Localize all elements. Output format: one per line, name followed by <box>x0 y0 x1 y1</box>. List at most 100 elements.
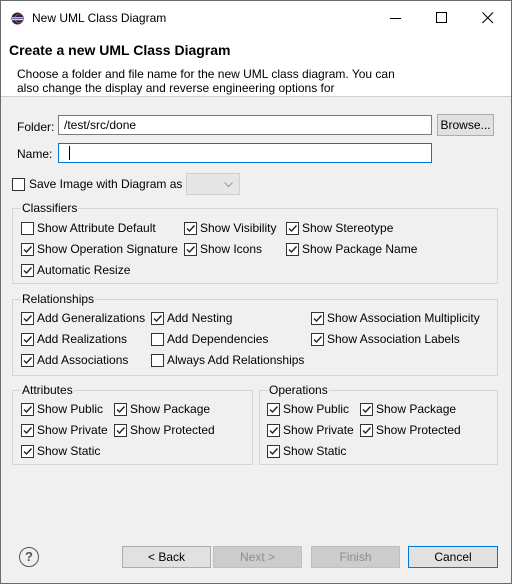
operations-show-static-checkbox[interactable] <box>267 445 280 458</box>
page-description: Choose a folder and file name for the ne… <box>17 67 395 95</box>
checkmark-icon <box>186 246 196 254</box>
maximize-icon <box>436 12 447 23</box>
checkmark-icon <box>186 225 196 233</box>
operations-show-static-label: Show Static <box>283 444 347 458</box>
close-icon <box>482 12 494 24</box>
operations-show-public-label: Show Public <box>283 402 350 416</box>
always-add-relationships-checkbox[interactable] <box>151 354 164 367</box>
window-title: New UML Class Diagram <box>32 11 167 25</box>
folder-label: Folder: <box>17 120 55 134</box>
checkmark-icon <box>23 406 33 414</box>
show-attribute-default-label: Show Attribute Default <box>37 221 156 235</box>
help-button[interactable]: ? <box>19 547 39 567</box>
checkmark-icon <box>269 406 279 414</box>
back-button[interactable]: < Back <box>122 546 211 568</box>
checkmark-icon <box>23 427 33 435</box>
text-cursor <box>69 146 70 160</box>
show-visibility-checkbox[interactable] <box>184 222 197 235</box>
save-image-checkbox[interactable] <box>12 178 25 191</box>
page-title: Create a new UML Class Diagram <box>9 42 231 58</box>
next-button[interactable]: Next > <box>213 546 302 568</box>
attributes-show-package-label: Show Package <box>130 402 211 416</box>
add-realizations-checkbox[interactable] <box>21 333 34 346</box>
show-icons-checkbox[interactable] <box>184 243 197 256</box>
close-button[interactable] <box>465 1 511 35</box>
eclipse-icon <box>11 12 24 25</box>
finish-button[interactable]: Finish <box>311 546 400 568</box>
checkmark-icon <box>23 246 33 254</box>
checkmark-icon <box>269 427 279 435</box>
checkmark-icon <box>288 246 298 254</box>
operations-title: Operations <box>268 383 329 397</box>
checkmark-icon <box>116 427 126 435</box>
show-association-labels-label: Show Association Labels <box>327 332 460 346</box>
checkmark-icon <box>23 267 33 275</box>
name-field[interactable] <box>58 143 432 163</box>
checkmark-icon <box>313 315 323 323</box>
dialog-window: New UML Class Diagram Create a new UML C… <box>0 0 512 584</box>
classifiers-title: Classifiers <box>21 201 79 215</box>
checkmark-icon <box>362 427 372 435</box>
always-add-relationships-label: Always Add Relationships <box>167 353 305 367</box>
show-operation-signature-label: Show Operation Signature <box>37 242 178 256</box>
add-dependencies-label: Add Dependencies <box>167 332 269 346</box>
attributes-show-protected-label: Show Protected <box>130 423 215 437</box>
attributes-show-private-label: Show Private <box>37 423 108 437</box>
operations-show-package-label: Show Package <box>376 402 457 416</box>
image-format-select[interactable] <box>186 173 240 195</box>
add-nesting-label: Add Nesting <box>167 311 233 325</box>
checkmark-icon <box>313 336 323 344</box>
checkmark-icon <box>269 448 279 456</box>
add-dependencies-checkbox[interactable] <box>151 333 164 346</box>
checkmark-icon <box>362 406 372 414</box>
operations-show-protected-label: Show Protected <box>376 423 461 437</box>
show-operation-signature-checkbox[interactable] <box>21 243 34 256</box>
attributes-show-static-checkbox[interactable] <box>21 445 34 458</box>
checkmark-icon <box>23 336 33 344</box>
show-association-multiplicity-checkbox[interactable] <box>311 312 324 325</box>
add-generalizations-checkbox[interactable] <box>21 312 34 325</box>
relationships-title: Relationships <box>21 292 96 306</box>
show-package-name-checkbox[interactable] <box>286 243 299 256</box>
attributes-show-public-label: Show Public <box>37 402 104 416</box>
show-icons-label: Show Icons <box>200 242 263 256</box>
operations-show-public-checkbox[interactable] <box>267 403 280 416</box>
checkmark-icon <box>116 406 126 414</box>
attributes-show-public-checkbox[interactable] <box>21 403 34 416</box>
folder-field[interactable] <box>58 115 432 135</box>
show-stereotype-checkbox[interactable] <box>286 222 299 235</box>
operations-show-private-label: Show Private <box>283 423 354 437</box>
operations-show-protected-checkbox[interactable] <box>360 424 373 437</box>
operations-show-package-checkbox[interactable] <box>360 403 373 416</box>
attributes-title: Attributes <box>21 383 74 397</box>
wizard-header: Create a new UML Class Diagram Choose a … <box>1 35 511 97</box>
maximize-button[interactable] <box>419 1 465 35</box>
show-visibility-label: Show Visibility <box>200 221 277 235</box>
attributes-show-private-checkbox[interactable] <box>21 424 34 437</box>
checkmark-icon <box>153 315 163 323</box>
show-association-labels-checkbox[interactable] <box>311 333 324 346</box>
checkmark-icon <box>23 315 33 323</box>
show-association-multiplicity-label: Show Association Multiplicity <box>327 311 480 325</box>
operations-show-private-checkbox[interactable] <box>267 424 280 437</box>
save-image-label: Save Image with Diagram as <box>29 177 183 191</box>
attributes-show-static-label: Show Static <box>37 444 101 458</box>
chevron-down-icon <box>224 182 233 188</box>
checkmark-icon <box>23 448 33 456</box>
minimize-button[interactable] <box>373 1 419 35</box>
minimize-icon <box>390 18 401 19</box>
automatic-resize-label: Automatic Resize <box>37 263 131 277</box>
show-stereotype-label: Show Stereotype <box>302 221 394 235</box>
show-attribute-default-checkbox[interactable] <box>21 222 34 235</box>
show-package-name-label: Show Package Name <box>302 242 418 256</box>
automatic-resize-checkbox[interactable] <box>21 264 34 277</box>
add-associations-label: Add Associations <box>37 353 129 367</box>
checkmark-icon <box>23 357 33 365</box>
browse-button[interactable]: Browse... <box>437 114 494 136</box>
cancel-button[interactable]: Cancel <box>408 546 498 568</box>
add-nesting-checkbox[interactable] <box>151 312 164 325</box>
add-associations-checkbox[interactable] <box>21 354 34 367</box>
attributes-show-package-checkbox[interactable] <box>114 403 127 416</box>
attributes-show-protected-checkbox[interactable] <box>114 424 127 437</box>
help-icon: ? <box>25 549 33 564</box>
